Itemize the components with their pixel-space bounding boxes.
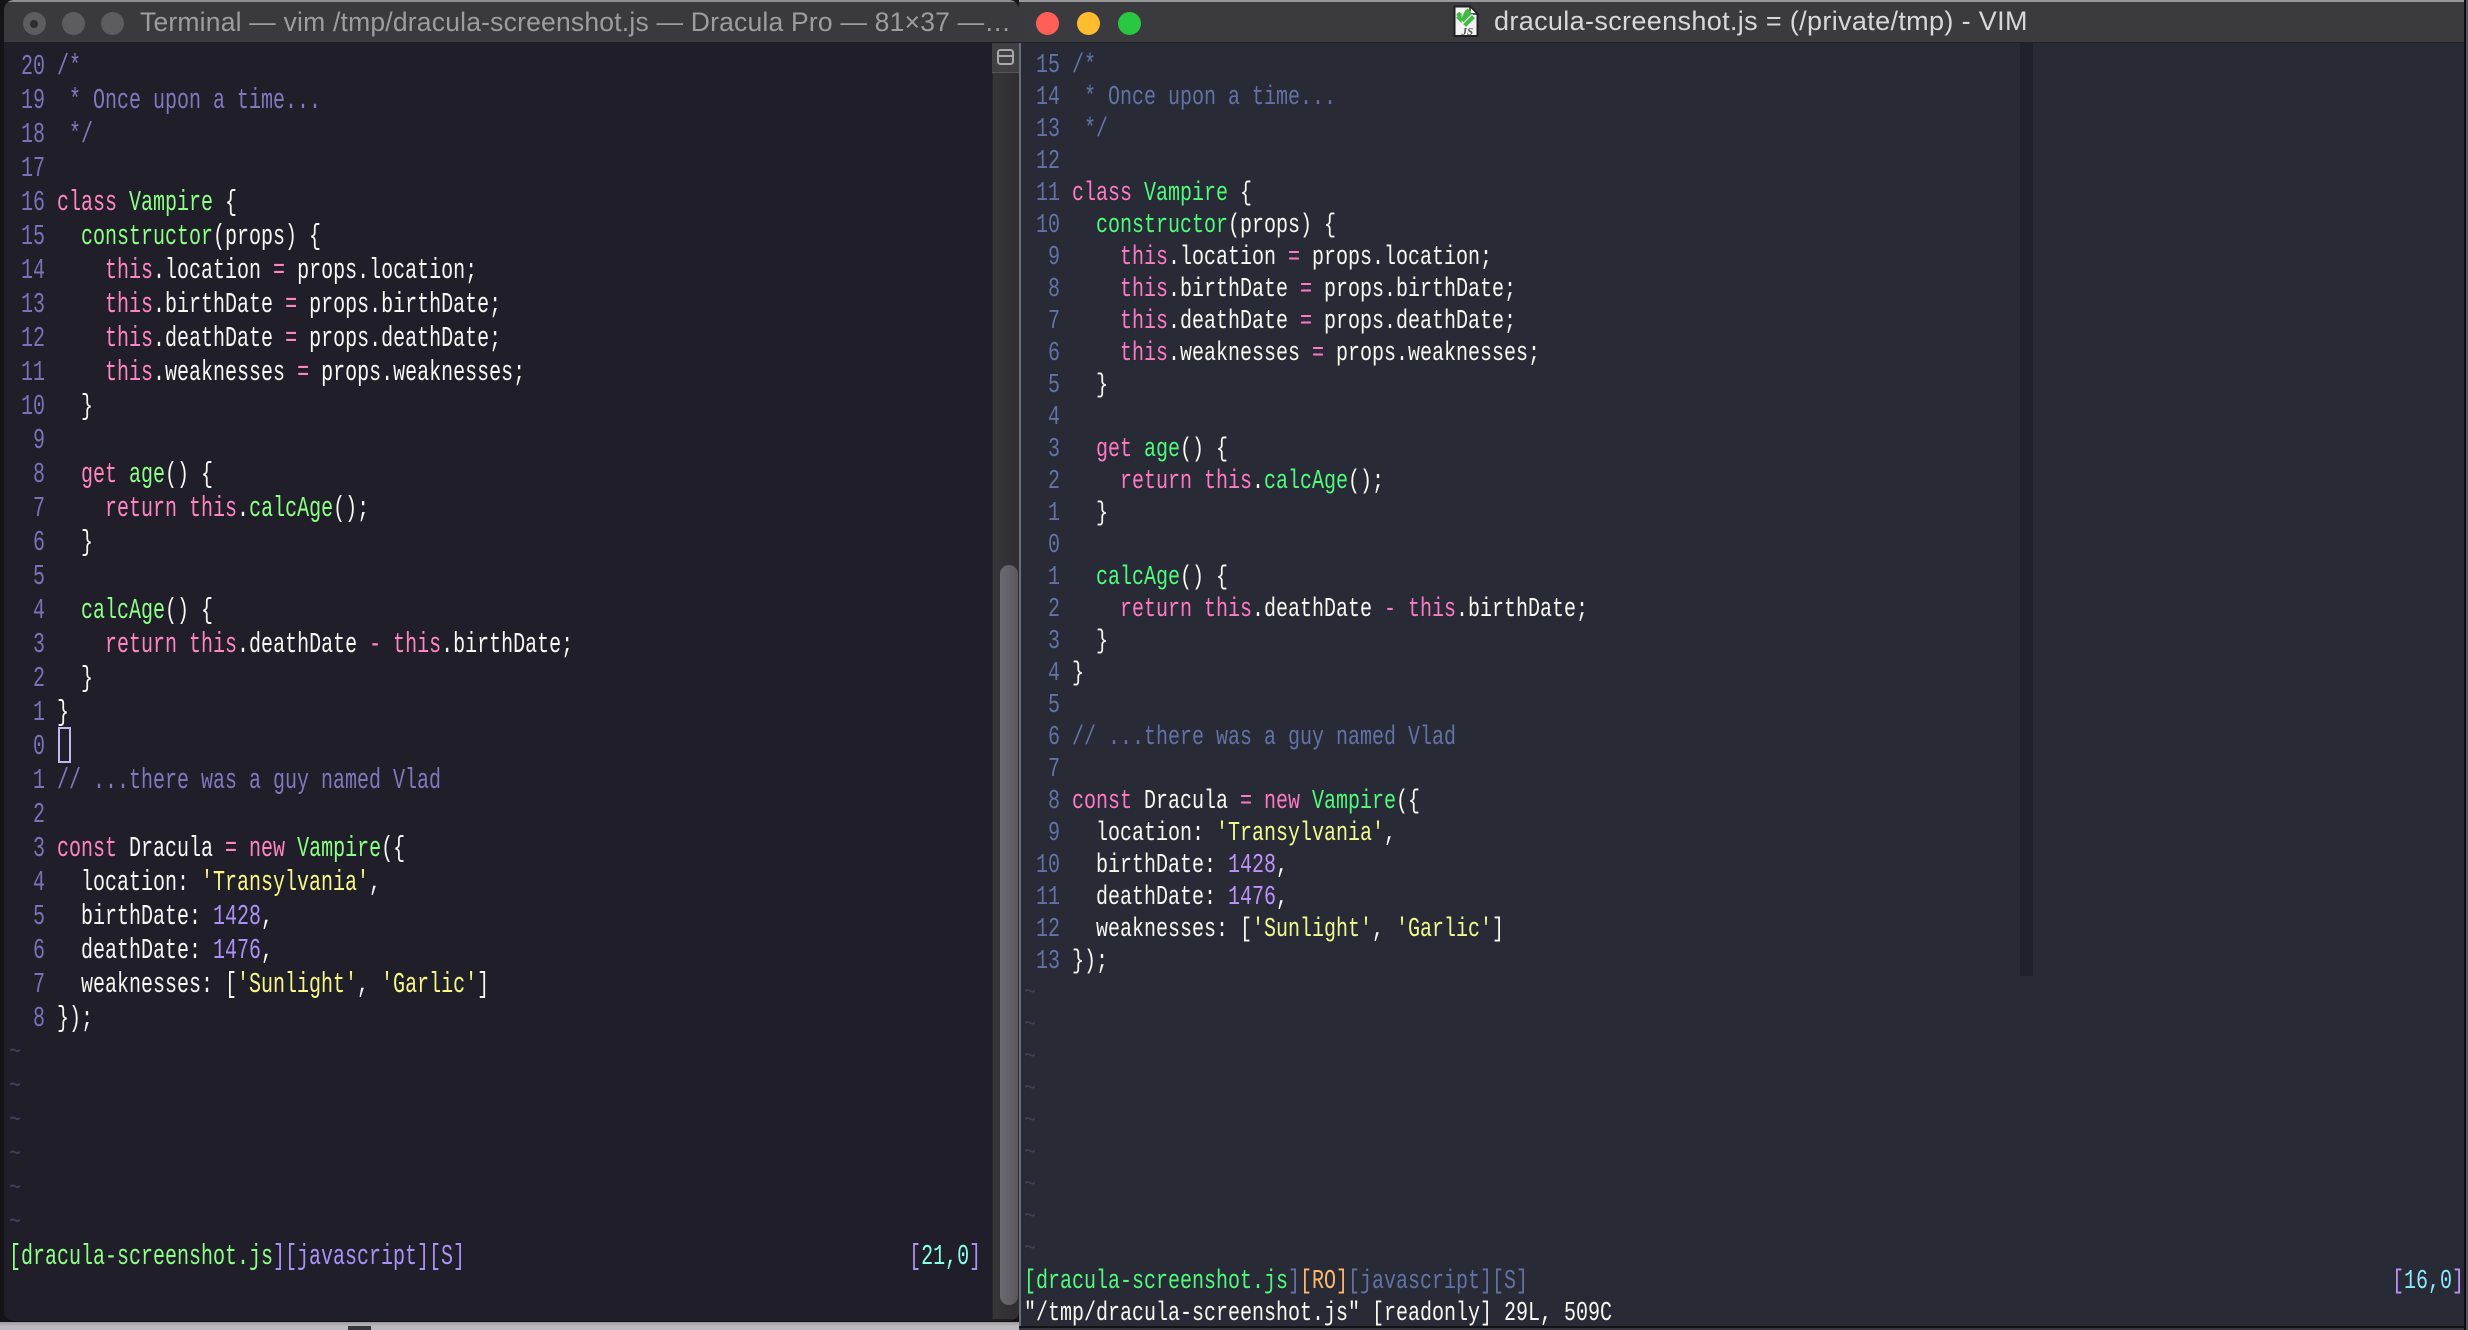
svg-text:JS: JS — [1461, 26, 1474, 38]
